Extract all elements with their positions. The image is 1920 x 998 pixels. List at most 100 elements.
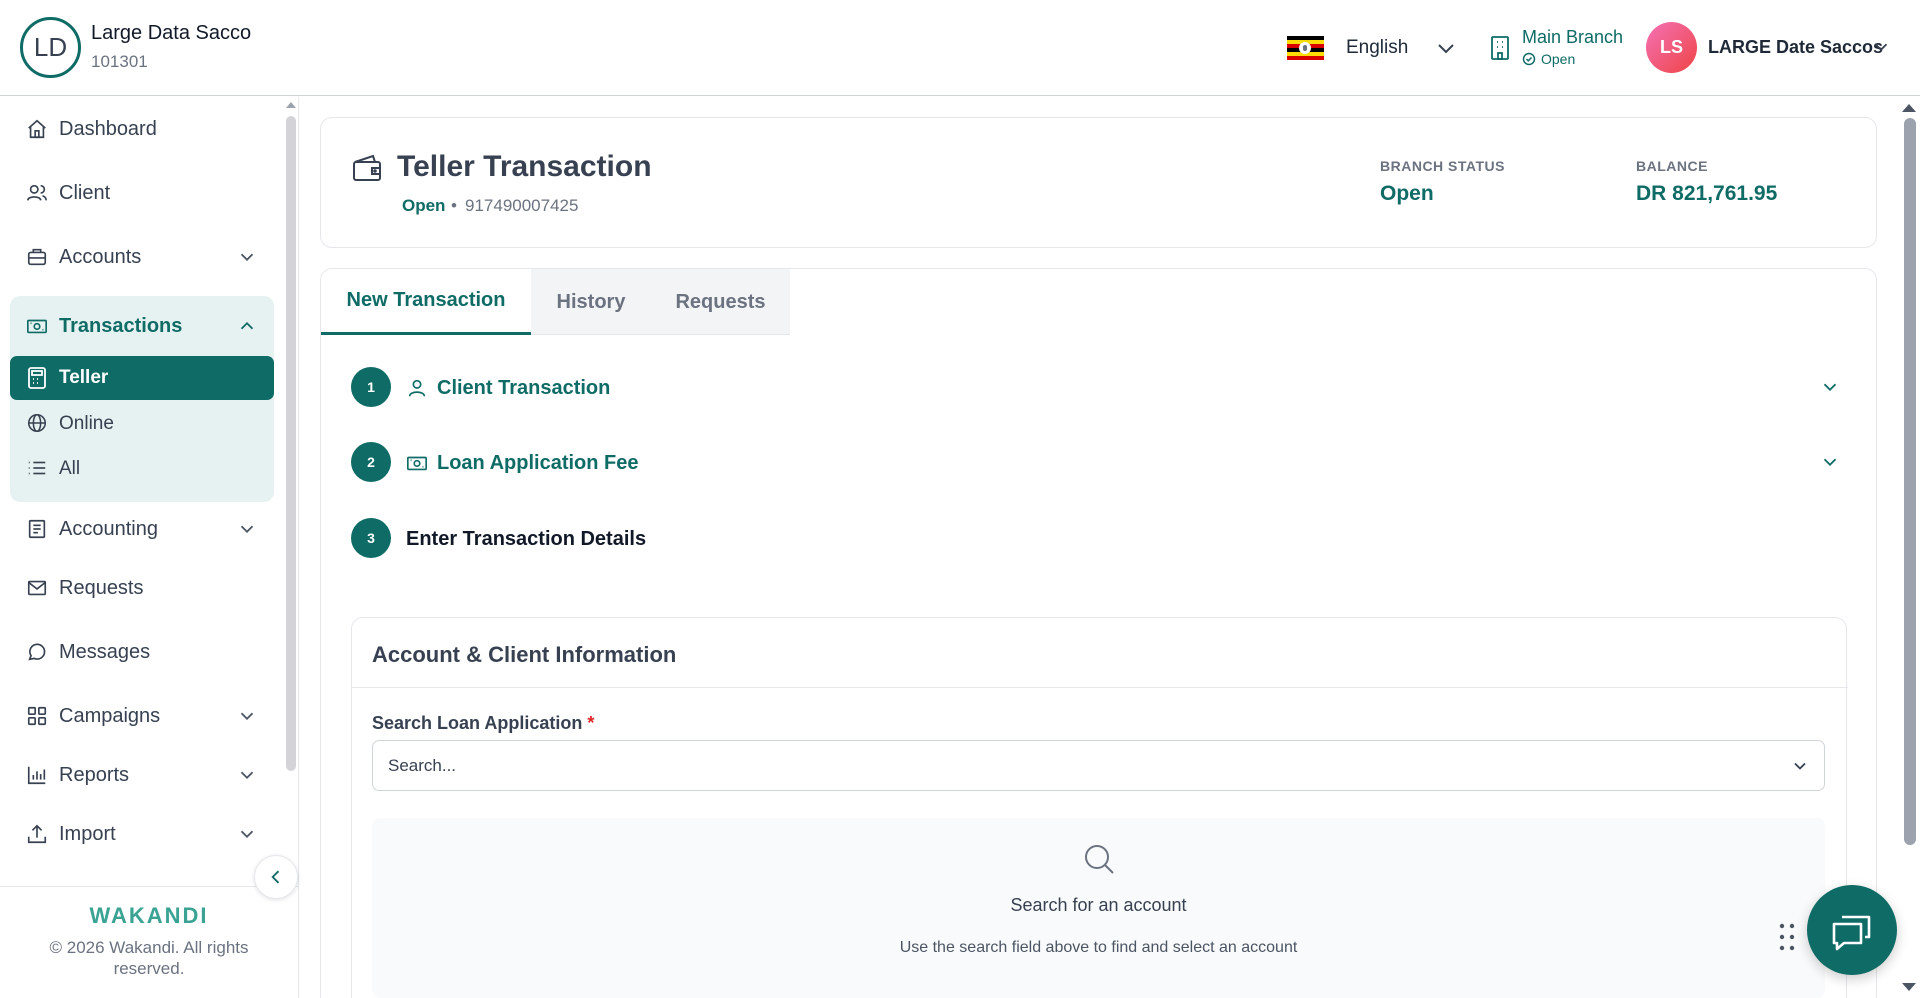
step-enter-transaction-details: 3 Enter Transaction Details [351,516,1841,560]
page-scrollbar-thumb[interactable] [1904,118,1916,845]
account-client-info-card: Account & Client Information Search Loan… [351,617,1848,998]
sidebar-item-label: Accounts [59,245,142,268]
chat-icon [1832,915,1871,951]
sidebar-item-label: Requests [59,576,144,599]
chevron-down-icon[interactable] [1819,376,1841,398]
chevron-down-icon [1794,762,1806,770]
empty-state: Search for an account Use the search fie… [372,818,1825,998]
sidebar-item-label: Campaigns [59,704,161,727]
user-avatar[interactable]: LS [1646,22,1697,73]
step-label: Loan Application Fee [437,452,639,474]
copyright-text: © 2026 Wakandi. All rights reserved. [49,938,249,978]
sidebar-item-label: Import [59,822,116,845]
chevron-down-icon [240,771,254,780]
chevron-down-icon [240,525,254,534]
upload-icon [27,824,47,844]
sidebar-item-all[interactable]: All [10,448,274,488]
balance-value: DR 821,761.95 [1636,182,1778,205]
step-label: Client Transaction [437,377,611,399]
step-number: 2 [351,442,391,482]
sidebar-item-label: Messages [59,640,151,663]
language-selector[interactable]: English [1346,37,1408,59]
sidebar-item-label: Client [59,181,111,204]
sidebar-scrollbar[interactable] [286,116,296,771]
tab-requests[interactable]: Requests [651,269,790,335]
separator-dot: • [451,196,457,215]
branch-status-text: Open [1541,51,1576,67]
sidebar-item-client[interactable]: Client [10,169,274,217]
sidebar-item-label: Accounting [59,517,158,540]
select-placeholder: Search... [388,756,457,775]
scroll-up-icon[interactable] [1901,103,1917,113]
wakandi-logo: WAKANDI [89,903,209,928]
teller-number: 917490007425 [465,196,579,215]
step-loan-application-fee[interactable]: 2 Loan Application Fee [351,440,1841,484]
sidebar-item-online[interactable]: Online [10,403,274,443]
building-icon [1491,36,1509,60]
org-avatar[interactable]: LD [20,17,81,78]
loan-application-search-select[interactable]: Search... [372,740,1825,791]
user-icon [408,379,426,397]
chevron-up-icon [240,321,254,330]
scroll-down-icon[interactable] [1901,982,1917,992]
chat-bubble-icon [28,643,46,661]
users-icon [27,184,47,201]
banknote-icon [27,319,47,334]
tab-history[interactable]: History [531,269,651,335]
chevron-down-icon [240,830,254,839]
sidebar-item-requests[interactable]: Requests [10,564,274,612]
teller-summary-card: Teller Transaction Open • 917490007425 B… [320,117,1877,248]
search-icon [1085,845,1114,874]
sidebar-item-accounts[interactable]: Accounts [10,233,274,281]
bar-chart-icon [27,766,46,785]
balance-label: BALANCE [1636,158,1708,174]
sidebar-item-accounting[interactable]: Accounting [10,505,274,553]
scroll-up-icon[interactable] [285,101,297,109]
mail-icon [27,580,47,596]
uganda-flag-icon[interactable] [1287,36,1324,60]
user-name[interactable]: LARGE Date Saccos [1708,37,1883,58]
sidebar-footer: WAKANDI © 2026 Wakandi. All rights reser… [0,886,298,998]
tab-bar: New Transaction History Requests [321,269,790,335]
calculator-icon [28,367,46,389]
transaction-card: New Transaction History Requests 1 Clien… [320,268,1877,998]
sidebar-item-reports[interactable]: Reports [10,751,274,799]
sidebar-item-label: Online [59,413,114,434]
sidebar-item-label: All [59,458,81,479]
sidebar-item-campaigns[interactable]: Campaigns [10,692,274,740]
ledger-icon [28,519,46,539]
empty-state-description: Use the search field above to find and s… [899,939,1298,956]
field-label: Search Loan Application * [372,713,594,734]
chat-support-button[interactable] [1807,885,1897,975]
chevron-down-icon[interactable] [1434,36,1458,60]
sidebar-item-dashboard[interactable]: Dashboard [10,105,274,153]
banknote-icon [407,456,427,471]
sidebar-item-import[interactable]: Import [10,810,274,858]
collapse-sidebar-button[interactable] [254,855,298,899]
empty-state-title: Search for an account [1010,895,1187,915]
chevron-left-icon [271,870,280,884]
branch-status-label: BRANCH STATUS [1380,158,1505,174]
briefcase-icon [27,248,47,266]
drag-handle-icon[interactable] [1778,922,1796,952]
sidebar-item-label: Reports [59,763,130,786]
chevron-down-icon [240,253,254,262]
chevron-down-icon[interactable] [1819,451,1841,473]
grid-icon [27,706,47,726]
sidebar-item-label: Transactions [59,314,183,337]
step-client-transaction[interactable]: 1 Client Transaction [351,365,1841,409]
sidebar-item-label: Teller [59,367,109,388]
sidebar-item-teller[interactable]: Teller [10,356,274,400]
field-label-text: Search Loan Application [372,713,583,733]
sidebar-item-label: Dashboard [59,117,157,140]
tab-new-transaction[interactable]: New Transaction [321,269,531,335]
sidebar-item-messages[interactable]: Messages [10,628,274,676]
wallet-icon [353,154,381,181]
chevron-down-icon[interactable] [1870,36,1892,58]
page-title: Teller Transaction [397,150,652,183]
required-mark: * [587,713,595,733]
branch-name[interactable]: Main Branch [1522,27,1623,48]
sidebar-item-transactions[interactable]: Transactions [10,302,274,350]
globe-icon [27,413,47,433]
check-circle-icon [1522,52,1536,66]
